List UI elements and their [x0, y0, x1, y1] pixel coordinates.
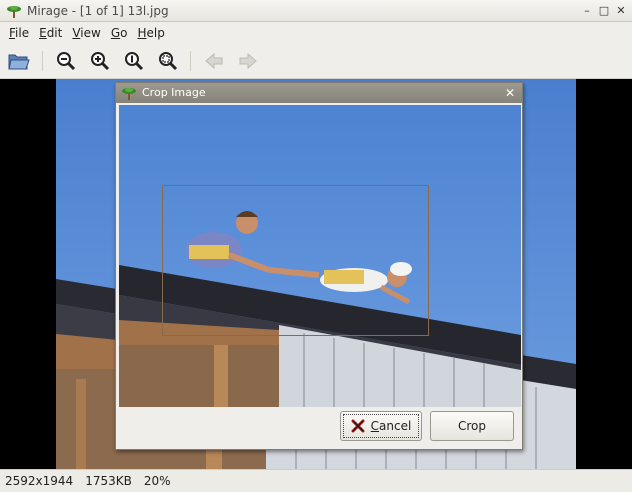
- menubar: File Edit View Go Help: [0, 22, 632, 43]
- toolbar: [0, 43, 632, 79]
- zoom-level: 20%: [143, 474, 171, 488]
- toolbar-separator: [42, 51, 43, 71]
- mirage-app-icon: [122, 86, 136, 100]
- zoom-out-icon[interactable]: [54, 49, 78, 73]
- previous-icon[interactable]: [202, 49, 226, 73]
- menu-go[interactable]: Go: [106, 26, 133, 40]
- toolbar-separator: [190, 51, 191, 71]
- crop-preview-area[interactable]: [119, 105, 521, 407]
- image-dimensions: 2592x1944: [5, 474, 74, 488]
- statusbar: 2592x1944 1753KB 20%: [0, 469, 632, 492]
- cancel-button[interactable]: Cancel: [340, 411, 422, 441]
- mirage-app-icon: [7, 4, 21, 18]
- zoom-fit-icon[interactable]: [156, 49, 180, 73]
- next-icon[interactable]: [236, 49, 260, 73]
- dialog-close-icon[interactable]: ✕: [503, 86, 517, 100]
- crop-selection-rectangle[interactable]: [162, 185, 429, 336]
- zoom-in-icon[interactable]: [88, 49, 112, 73]
- menu-file[interactable]: File: [4, 26, 34, 40]
- minimize-button[interactable]: –: [580, 3, 594, 17]
- menu-edit[interactable]: Edit: [34, 26, 67, 40]
- dialog-titlebar[interactable]: Crop Image ✕: [116, 83, 522, 103]
- zoom-1to1-icon[interactable]: [122, 49, 146, 73]
- open-folder-icon[interactable]: [7, 49, 31, 73]
- dialog-title: Crop Image: [142, 86, 206, 99]
- cancel-icon: [351, 419, 365, 433]
- crop-button[interactable]: Crop: [430, 411, 514, 441]
- maximize-button[interactable]: □: [597, 3, 611, 17]
- crop-image-dialog: Crop Image ✕ C ancel Crop: [115, 82, 523, 450]
- window-title: Mirage - [1 of 1] 13l.jpg: [27, 4, 169, 18]
- menu-help[interactable]: Help: [132, 26, 169, 40]
- image-filesize: 1753KB: [85, 474, 132, 488]
- window-titlebar[interactable]: Mirage - [1 of 1] 13l.jpg – □ ✕: [0, 0, 632, 22]
- menu-view[interactable]: View: [67, 26, 105, 40]
- close-button[interactable]: ✕: [614, 3, 628, 17]
